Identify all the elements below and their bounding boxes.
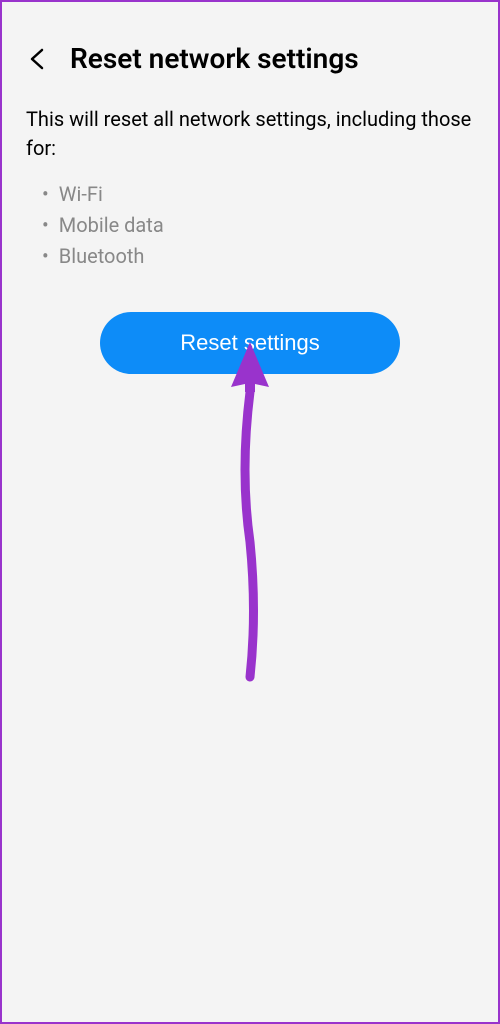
page-title: Reset network settings	[70, 42, 359, 75]
bullet-list: Wi-Fi Mobile data Bluetooth	[2, 175, 498, 302]
list-item: Wi-Fi	[42, 179, 458, 210]
button-container: Reset settings	[2, 302, 498, 384]
list-item: Mobile data	[42, 210, 458, 241]
description-text: This will reset all network settings, in…	[2, 95, 498, 175]
annotation-arrow-icon	[225, 342, 275, 686]
list-item: Bluetooth	[42, 241, 458, 272]
reset-settings-button[interactable]: Reset settings	[100, 312, 400, 374]
back-icon[interactable]	[26, 47, 50, 71]
header: Reset network settings	[2, 2, 498, 95]
